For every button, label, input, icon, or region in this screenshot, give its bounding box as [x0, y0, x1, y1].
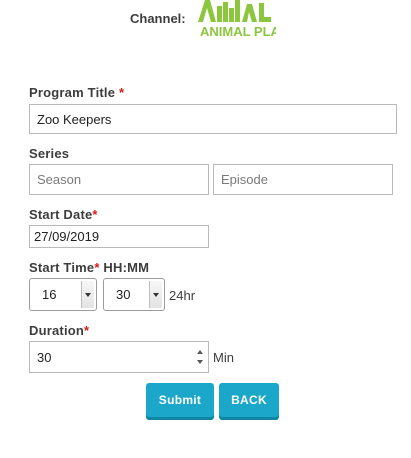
season-placeholder: Season: [37, 172, 82, 187]
program-title-value: Zoo Keepers: [37, 111, 112, 127]
start-minute-select[interactable]: 30: [103, 278, 165, 311]
start-date-input[interactable]: 27/09/2019: [29, 225, 209, 248]
start-hour-value: 16: [42, 287, 57, 302]
start-hour-select[interactable]: 16: [29, 278, 97, 311]
start-date-value: 27/09/2019: [34, 229, 100, 244]
start-minute-value: 30: [116, 287, 131, 302]
time-format-suffix: 24hr: [169, 288, 196, 303]
back-button[interactable]: BACK: [219, 383, 279, 417]
series-label: Series: [29, 146, 70, 161]
episode-input[interactable]: Episode: [213, 164, 393, 195]
channel-label: Channel:: [130, 11, 186, 26]
duration-label: Duration*: [29, 323, 90, 338]
program-title-label: Program Title *: [29, 85, 125, 100]
logo-text: ANIMAL PLANET: [200, 24, 276, 38]
duration-input[interactable]: 30: [29, 341, 209, 373]
season-input[interactable]: Season: [29, 164, 209, 195]
chevron-down-icon: [81, 281, 94, 308]
start-date-label: Start Date*: [29, 207, 98, 222]
channel-logo: ANIMAL PLANET: [196, 0, 306, 39]
program-title-input[interactable]: Zoo Keepers: [29, 104, 397, 134]
duration-value: 30: [37, 349, 52, 365]
duration-unit: Min: [213, 350, 234, 365]
start-time-label: Start Time* HH:MM: [29, 260, 150, 275]
submit-button[interactable]: Submit: [146, 383, 214, 417]
chevron-down-icon: [149, 281, 162, 308]
episode-placeholder: Episode: [221, 172, 268, 187]
number-spinner-icon[interactable]: [196, 350, 204, 364]
